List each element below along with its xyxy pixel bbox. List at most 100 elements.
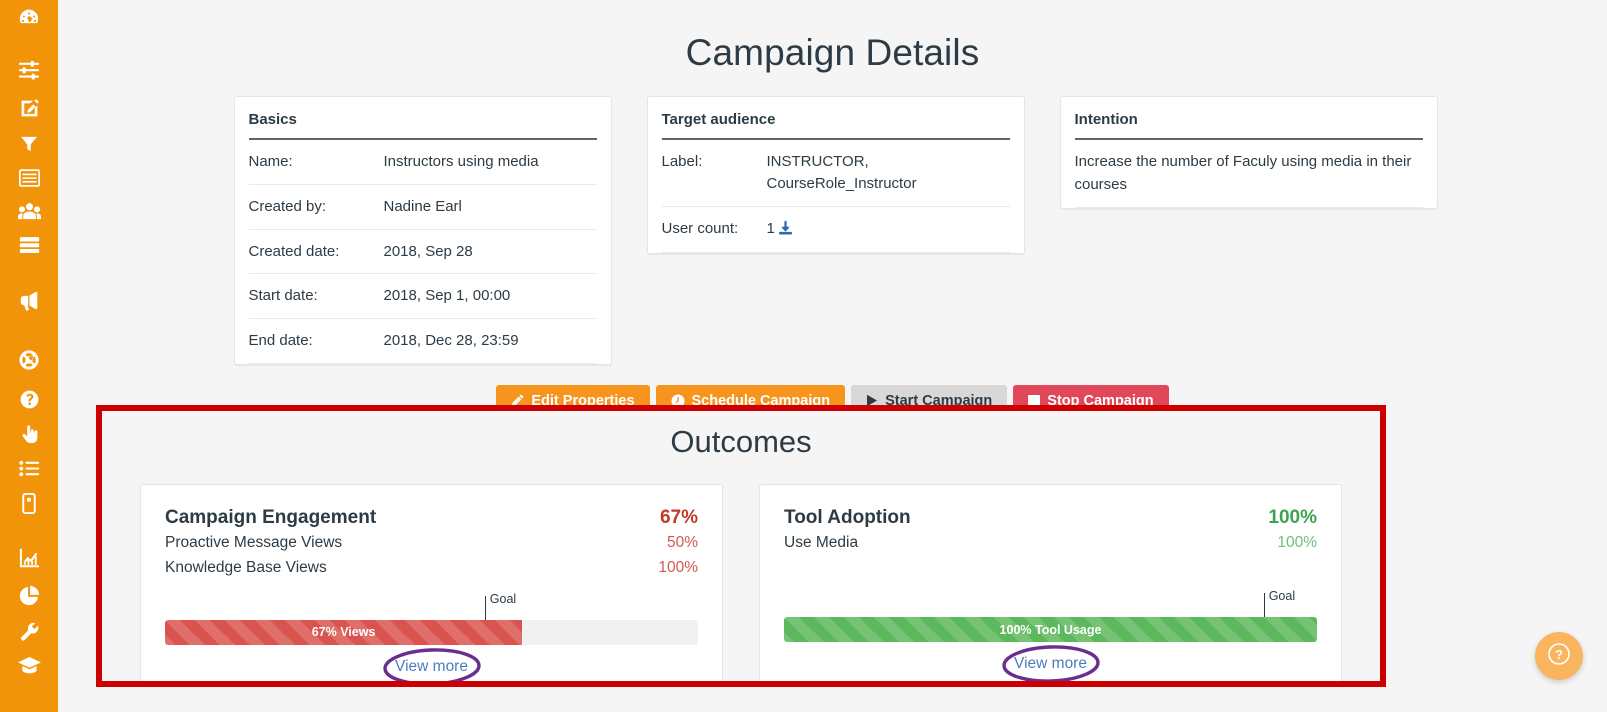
target-audience-card: Target audience Label: INSTRUCTOR, Cours… <box>646 96 1025 255</box>
table-rows-icon <box>19 236 40 254</box>
audience-value-user-count: 1 <box>767 206 1010 253</box>
filter-funnel-icon <box>19 134 39 154</box>
outcome-metric-label: Proactive Message Views <box>165 534 343 551</box>
basics-key-start-date: Start date: <box>248 287 318 305</box>
user-count-value: 1 <box>766 219 775 237</box>
sidebar-item-mobile[interactable] <box>0 491 58 515</box>
audience-card-heading: Target audience <box>661 111 1010 140</box>
sidebar-item-help[interactable] <box>0 387 58 411</box>
audience-table: Label: INSTRUCTOR, CourseRole_Instructor… <box>661 140 1010 253</box>
view-more-link[interactable]: View more <box>395 658 468 675</box>
outcome-title: Tool Adoption <box>784 507 911 528</box>
sidebar-item-settings-sliders[interactable] <box>0 56 58 84</box>
line-chart-icon <box>18 548 40 568</box>
view-more-link[interactable]: View more <box>1014 655 1087 672</box>
goal-label: Goal <box>489 591 517 606</box>
outcome-metric-value: 100% <box>658 559 698 577</box>
progress-track: 100% Tool Usage <box>784 617 1317 643</box>
outcome-total-percent: 100% <box>1268 507 1317 528</box>
basics-value-end-date: 2018, Dec 28, 23:59 <box>383 332 519 349</box>
mobile-phone-icon <box>22 492 36 514</box>
outcome-metric-row: Use Media 100% <box>784 531 1317 554</box>
sidebar-item-analytics[interactable] <box>0 546 58 570</box>
basics-key-end-date: End date: <box>248 332 313 349</box>
outcome-cards-row: Campaign Engagement 67% Proactive Messag… <box>102 460 1380 681</box>
download-icon[interactable] <box>778 220 793 242</box>
basics-value-start-date: 2018, Sep 1, 00:00 <box>383 287 511 305</box>
dashboard-gauge-icon <box>18 6 40 28</box>
basics-value-name: Instructors using media <box>383 153 539 170</box>
intention-text: Increase the number of Faculy using medi… <box>1074 140 1423 208</box>
outcome-card-tool-adoption: Tool Adoption 100% Use Media 100% Goal 1… <box>759 484 1342 681</box>
sidebar-item-edit[interactable] <box>0 94 58 122</box>
question-mark-icon: ? <box>1547 642 1571 671</box>
progress-track: 67% Views <box>165 619 698 645</box>
progress-fill-label: 100% Tool Usage <box>999 622 1102 637</box>
sliders-icon <box>18 60 40 80</box>
sidebar-item-courses[interactable] <box>0 653 58 677</box>
basics-value-created-by: Nadine Earl <box>383 197 462 215</box>
table-row: User count: 1 <box>661 206 1010 253</box>
outcome-metric-label: Use Media <box>784 534 859 551</box>
wrench-icon <box>19 621 40 642</box>
outcome-metric-value: 50% <box>666 534 698 551</box>
sidebar-item-campaigns[interactable] <box>0 288 58 314</box>
outcome-card-campaign-engagement: Campaign Engagement 67% Proactive Messag… <box>140 484 723 681</box>
outcome-metric-label: Knowledge Base Views <box>165 559 327 577</box>
basics-card: Basics Name: Instructors using media Cre… <box>233 96 612 365</box>
sidebar-item-reports[interactable] <box>0 584 58 608</box>
sidebar-item-pointer[interactable] <box>0 422 58 446</box>
table-row: Start date: 2018, Sep 1, 00:00 <box>248 274 597 319</box>
svg-text:?: ? <box>1555 647 1563 662</box>
progress-bar-tool-adoption: Goal 100% Tool Usage <box>784 589 1317 645</box>
outcome-header-row: Campaign Engagement 67% <box>165 507 698 529</box>
hand-pointer-icon <box>19 424 40 445</box>
graduation-cap-icon <box>17 656 41 674</box>
outcome-metric-row: Proactive Message Views 50% <box>165 531 698 554</box>
table-row: Name: Instructors using media <box>248 140 597 185</box>
basics-card-heading: Basics <box>248 111 597 140</box>
sidebar-item-table[interactable] <box>0 233 58 257</box>
left-icon-rail <box>0 0 58 712</box>
audience-value-label: INSTRUCTOR, CourseRole_Instructor <box>766 153 917 192</box>
sidebar-item-users[interactable] <box>0 199 58 225</box>
table-row: End date: 2018, Dec 28, 23:59 <box>248 319 597 364</box>
table-row: Created by: Nadine Earl <box>248 184 597 229</box>
life-ring-icon <box>18 349 40 371</box>
megaphone-icon <box>18 290 41 312</box>
campaign-info-row: Basics Name: Instructors using media Cre… <box>58 96 1607 365</box>
view-more-row-0: View more <box>165 647 698 681</box>
outcome-metric-row: Knowledge Base Views 100% <box>165 556 698 579</box>
outcomes-title: Outcomes <box>670 424 812 459</box>
sidebar-item-filter[interactable] <box>0 131 58 157</box>
basics-key-name: Name: <box>248 153 293 170</box>
basics-key-created-date: Created date: <box>248 242 340 260</box>
basics-key-created-by: Created by: <box>248 197 327 215</box>
outcome-metric-value: 100% <box>1277 534 1317 551</box>
list-lines-icon <box>18 169 40 187</box>
table-row: Created date: 2018, Sep 28 <box>248 229 597 274</box>
users-group-icon <box>17 202 41 222</box>
sidebar-item-support[interactable] <box>0 347 58 373</box>
pie-chart-icon <box>18 585 40 607</box>
sidebar-item-list[interactable] <box>0 166 58 190</box>
view-more-row-1: View more <box>784 645 1317 681</box>
progress-bar-campaign-engagement: Goal 67% Views <box>165 592 698 648</box>
basics-table: Name: Instructors using media Created by… <box>248 140 597 364</box>
sidebar-item-tools[interactable] <box>0 619 58 643</box>
help-button[interactable]: ? <box>1535 632 1583 680</box>
sidebar-item-list-ul[interactable] <box>0 457 58 479</box>
question-circle-icon <box>19 389 40 410</box>
sidebar-item-dashboard[interactable] <box>0 0 58 34</box>
page-title: Campaign Details <box>685 32 980 73</box>
progress-fill-label: 67% Views <box>311 625 376 639</box>
audience-key-label: Label: <box>661 153 703 170</box>
basics-value-created-date: 2018, Sep 28 <box>383 242 473 260</box>
outcome-total-percent: 67% <box>659 507 698 528</box>
table-row: Label: INSTRUCTOR, CourseRole_Instructor <box>661 140 1010 206</box>
outcome-title: Campaign Engagement <box>165 507 377 528</box>
goal-label: Goal <box>1268 589 1296 604</box>
outcomes-section-annotated: Outcomes Campaign Engagement 67% Proacti… <box>96 405 1386 687</box>
intention-card-heading: Intention <box>1074 111 1423 140</box>
progress-fill: 67% Views <box>165 619 523 645</box>
